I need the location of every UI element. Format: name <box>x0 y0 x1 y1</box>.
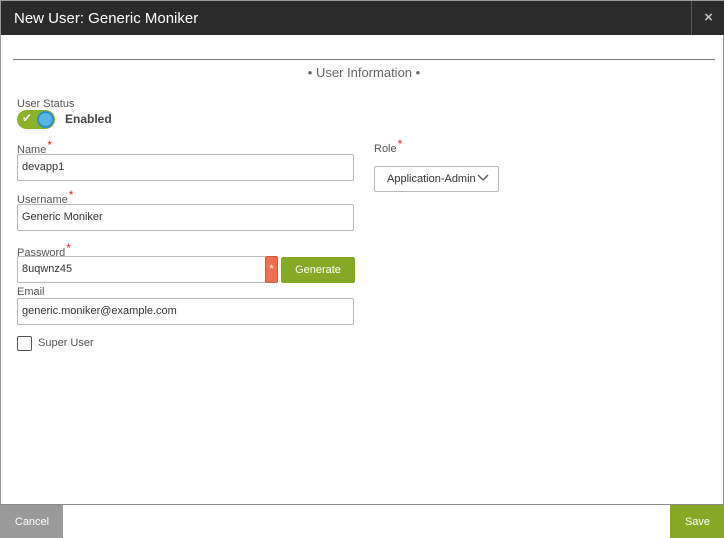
dialog-footer <box>1 504 724 538</box>
user-status-value: Enabled <box>65 112 112 126</box>
username-field[interactable]: Generic Moniker <box>17 204 354 231</box>
section-divider <box>13 59 715 60</box>
check-icon: ✔ <box>22 111 33 125</box>
name-field[interactable]: devapp1 <box>17 154 354 181</box>
password-field[interactable]: 8uqwnz45 <box>17 256 266 283</box>
save-button[interactable]: Save <box>670 505 724 538</box>
super-user-checkbox[interactable] <box>17 336 32 351</box>
user-status-label: User Status <box>17 98 75 110</box>
role-select[interactable]: Application-Admin <box>374 166 499 192</box>
super-user-label: Super User <box>38 337 94 349</box>
cancel-button[interactable]: Cancel <box>1 505 63 538</box>
close-icon[interactable]: × <box>691 1 724 35</box>
required-marker: * <box>68 188 74 202</box>
chevron-down-icon <box>477 174 489 181</box>
new-user-dialog: New User: Generic Moniker × • User Infor… <box>0 0 724 538</box>
email-label: Email <box>17 286 45 298</box>
dialog-title-bar: New User: Generic Moniker × <box>1 1 724 35</box>
required-marker: * <box>66 241 71 255</box>
dialog-title: New User: Generic Moniker <box>14 10 199 27</box>
section-heading: • User Information • <box>307 65 421 80</box>
user-status-toggle[interactable]: ✔ <box>17 110 55 129</box>
required-marker: * <box>47 138 53 152</box>
password-required-indicator: * <box>265 256 278 283</box>
toggle-knob <box>37 111 54 128</box>
role-label: Role* <box>374 137 403 155</box>
email-field[interactable]: generic.moniker@example.com <box>17 298 354 325</box>
generate-password-button[interactable]: Generate <box>281 257 355 283</box>
role-select-value: Application-Admin <box>387 173 476 185</box>
required-marker: * <box>397 137 403 151</box>
